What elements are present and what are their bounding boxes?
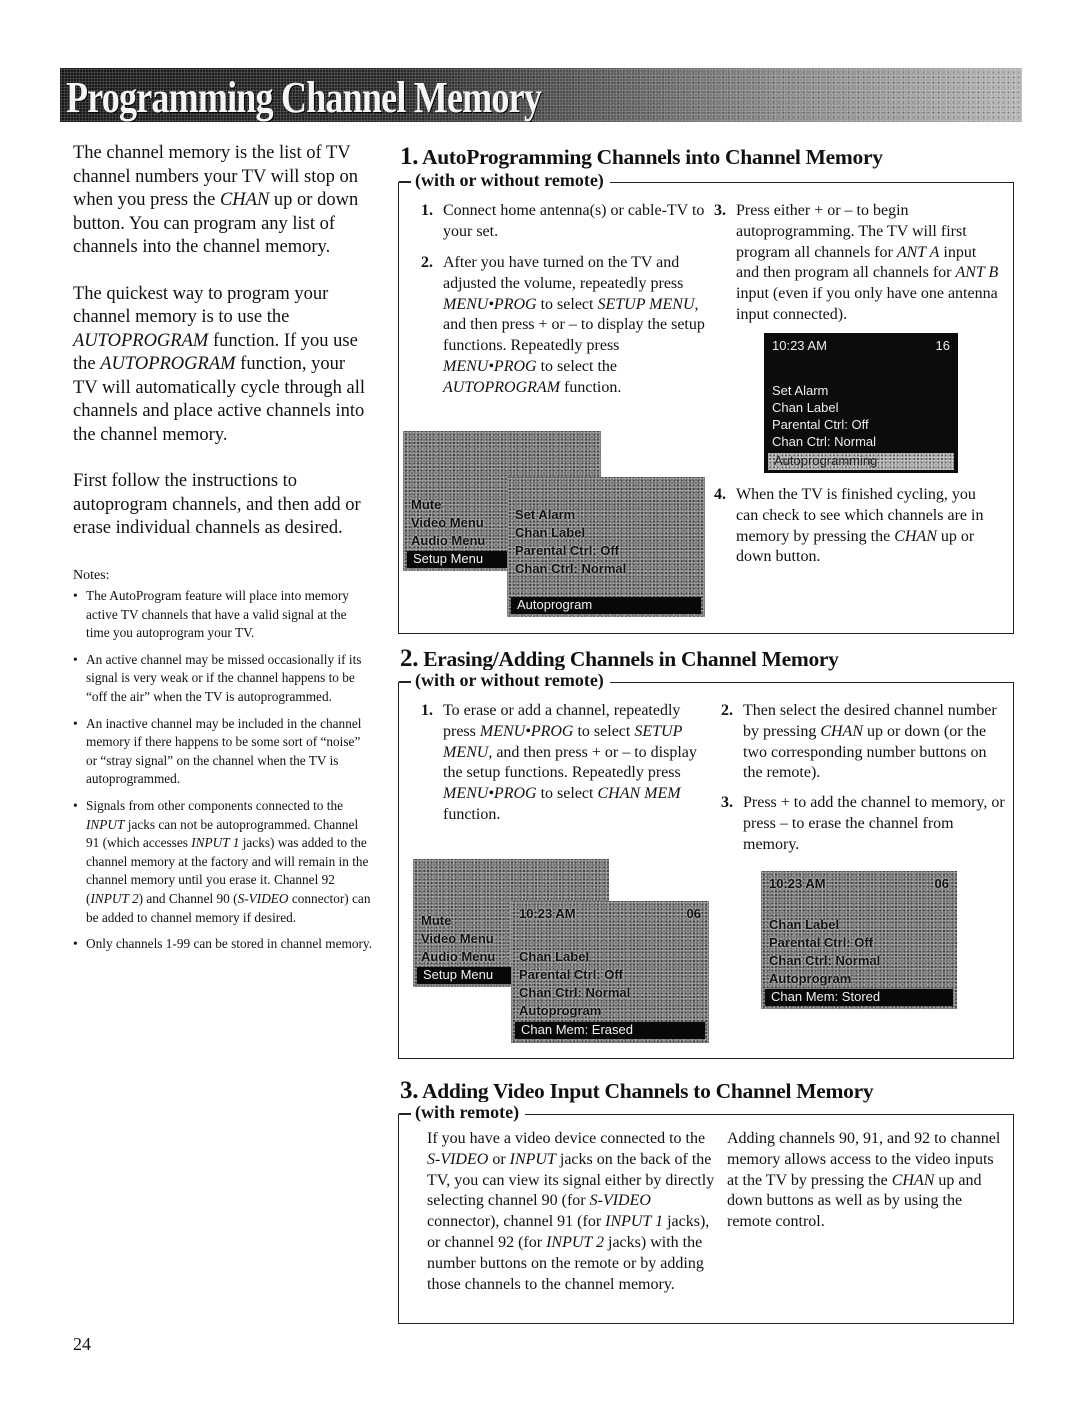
- s2-step-2: 2. Then select the desired channel number…: [721, 702, 997, 782]
- menu-item: Chan Ctrl: Normal: [519, 985, 631, 1000]
- menu-item: Autoprogram: [519, 1003, 602, 1018]
- s1-step-4: 4. When the TV is finished cycling, you c…: [714, 486, 984, 566]
- channel-number: 06: [686, 906, 701, 921]
- section-3-title: 3. Adding Video Input Channels to Channe…: [400, 1077, 874, 1104]
- section-3-label: (with remote): [398, 1102, 526, 1123]
- menu-item: Chan Ctrl: Normal: [515, 561, 627, 576]
- menu-item: Parental Ctrl: Off: [519, 967, 624, 982]
- intro-paragraph-1: The channel memory is the list of TV cha…: [73, 143, 359, 257]
- menu-item: Audio Menu: [421, 949, 496, 964]
- menu-item: Parental Ctrl: Off: [772, 417, 869, 432]
- note-item: An active channel may be missed occasion…: [73, 651, 373, 707]
- menu-item: Video Menu: [421, 931, 494, 946]
- intro-column: The channel memory is the list of TV cha…: [73, 142, 373, 962]
- menu-item-selected: Chan Mem: Erased: [515, 1022, 705, 1039]
- menu-item: Parental Ctrl: Off: [769, 935, 874, 950]
- menu-item: Chan Label: [772, 400, 839, 415]
- tv-screen-autoprogramming: 10:23 AM 16 Set Alarm Chan Label Parenta…: [764, 333, 958, 473]
- menu-item: Chan Ctrl: Normal: [769, 953, 881, 968]
- channel-number: 16: [935, 338, 950, 353]
- section-2-title: 2. Erasing/Adding Channels in Channel Me…: [400, 645, 839, 672]
- tv-screen-chan-mem-stored: 10:23 AM 06 Chan Label Parental Ctrl: Of…: [761, 871, 957, 1009]
- s3-paragraph-1: If you have a video device connected to …: [427, 1130, 715, 1293]
- note-item: Signals from other components connected …: [73, 797, 373, 927]
- menu-item-selected: Chan Mem: Stored: [765, 989, 953, 1006]
- s2-step-3: 3. Press + to add the channel to memory, …: [721, 794, 1005, 853]
- intro-paragraph-2: The quickest way to program your channel…: [73, 283, 365, 445]
- section-1-title: 1. AutoProgramming Channels into Channel…: [400, 143, 883, 170]
- tv-screen-setup-menu: Set Alarm Chan Label Parental Ctrl: Off …: [507, 477, 705, 617]
- page-title: Programming Channel Memory: [66, 73, 542, 122]
- section-3-box: (with remote) If you have a video device…: [398, 1102, 1014, 1324]
- section-2-label: (with or without remote): [399, 670, 610, 691]
- menu-item: Chan Label: [519, 949, 590, 964]
- s3-paragraph-2: Adding channels 90, 91, and 92 to channe…: [727, 1130, 1001, 1231]
- s1-step-1: 1. Connect home antenna(s) or cable-TV to…: [421, 202, 705, 240]
- clock: 10:23 AM: [772, 338, 827, 353]
- menu-item-selected: Autoprogram: [511, 597, 701, 614]
- clock: 10:23 AM: [519, 906, 576, 921]
- section-2-box: (with or without remote) 1. To erase or a…: [398, 670, 1014, 1059]
- clock: 10:23 AM: [769, 876, 826, 891]
- menu-item: Set Alarm: [515, 507, 576, 522]
- menu-item: Autoprogram: [769, 971, 852, 986]
- notes-list: The AutoProgram feature will place into …: [73, 587, 373, 954]
- page-number: 24: [73, 1334, 91, 1354]
- section-1-box: (with or without remote) 1. Connect home …: [398, 170, 1014, 634]
- section-1-label: (with or without remote): [399, 170, 610, 191]
- menu-item: Chan Ctrl: Normal: [772, 434, 877, 449]
- intro-paragraph-3: First follow the instructions to autopro…: [73, 471, 361, 538]
- s1-step-3: 3. Press either + or – to begin autoprogr…: [714, 202, 999, 323]
- menu-item: Mute: [411, 497, 442, 512]
- s1-step-2: 2. After you have turned on the TV and ad…: [421, 254, 705, 396]
- s2-step-1: 1. To erase or add a channel, repeatedly …: [421, 702, 697, 823]
- menu-item-selected: Autoprogramming: [768, 453, 954, 470]
- note-item: An inactive channel may be included in t…: [73, 715, 373, 789]
- menu-item: Audio Menu: [411, 533, 486, 548]
- menu-item: Mute: [421, 913, 452, 928]
- menu-item: Set Alarm: [772, 383, 829, 398]
- note-item: Only channels 1-99 can be stored in chan…: [73, 935, 373, 954]
- tv-screen-chan-mem-erased: 10:23 AM 06 Chan Label Parental Ctrl: Of…: [511, 901, 709, 1043]
- menu-item: Video Menu: [411, 515, 484, 530]
- menu-item: Parental Ctrl: Off: [515, 543, 620, 558]
- page-banner: Programming Channel Memory: [60, 68, 1022, 122]
- menu-item: Chan Label: [515, 525, 586, 540]
- note-item: The AutoProgram feature will place into …: [73, 587, 373, 643]
- menu-item: Chan Label: [769, 917, 840, 932]
- notes-heading: Notes:: [73, 567, 110, 583]
- channel-number: 06: [934, 876, 949, 891]
